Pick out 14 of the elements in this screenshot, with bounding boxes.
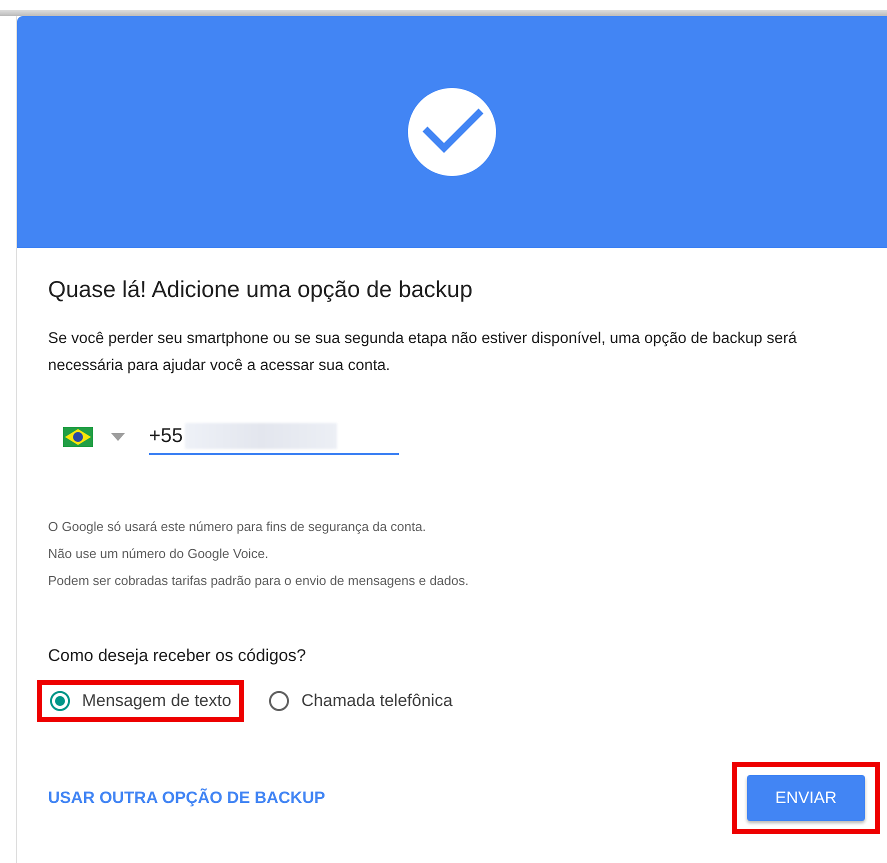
note-text: O Google só usará este número para fins de segurança da conta. — [48, 518, 427, 536]
note-text: Não use um número do Google Voice. — [48, 545, 270, 563]
question-text: Como deseja receber os códigos? — [48, 646, 307, 666]
check-circle-icon — [407, 87, 497, 177]
phone-input-field[interactable]: +55 — [149, 419, 399, 455]
note-text: Podem ser cobradas tarifas padrão para o envio de mensagens e dados. — [48, 572, 470, 590]
radio-option[interactable]: Chamada telefônica — [269, 691, 453, 711]
radio-option[interactable]: Mensagem de texto — [50, 691, 232, 711]
caret-icon[interactable] — [111, 433, 125, 441]
send-button[interactable]: ENVIAR — [747, 775, 865, 821]
description-text: Se você perder seu smartphone ou se sua segunda etapa não estiver disponível, uma opção de backup será necessária para ajudar você a acessar sua conta. — [48, 329, 798, 376]
dialog-title: Quase lá! Adicione uma opção de backup — [48, 276, 474, 303]
backup-option-link[interactable]: USAR OUTRA OPÇÃO DE BACKUP — [48, 788, 326, 808]
flag-icon — [63, 427, 93, 447]
